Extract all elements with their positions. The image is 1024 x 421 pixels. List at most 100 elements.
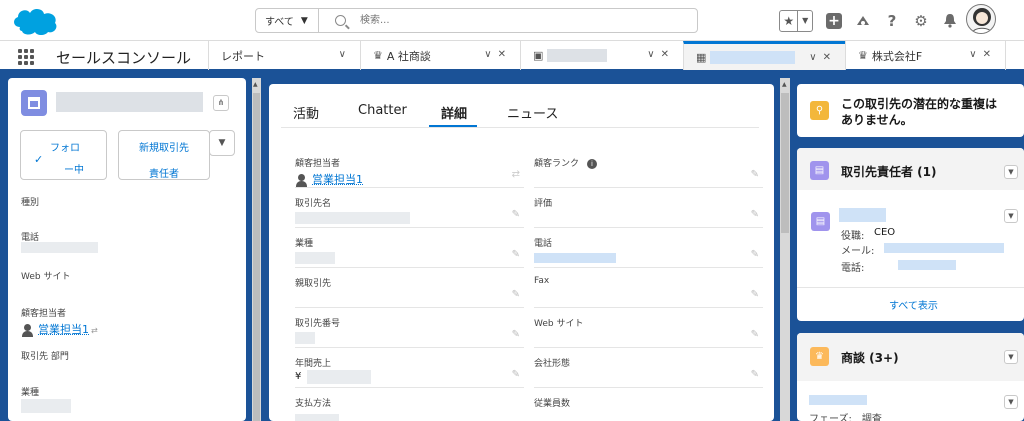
user-avatar[interactable] bbox=[966, 4, 996, 34]
tab-controls[interactable]: ∨✕ bbox=[484, 49, 512, 60]
new-contact-button[interactable]: 新規取引先 責任者 bbox=[118, 130, 210, 180]
search-scope-select[interactable]: すべて ▼ bbox=[256, 9, 319, 32]
crown-icon: ♛ bbox=[810, 347, 829, 366]
field-label: 年間売上 bbox=[295, 359, 332, 369]
pencil-icon[interactable]: ✎ bbox=[512, 369, 520, 380]
bell-icon[interactable] bbox=[942, 13, 958, 29]
account-highlights-panel: ⋔ フォロ ✓ ー中 新規取引先 責任者 ▼ 種別 電話 Web サイト 顧客担… bbox=[8, 78, 246, 421]
pencil-icon[interactable]: ✎ bbox=[751, 169, 759, 180]
global-actions-plus-icon[interactable]: + bbox=[826, 12, 842, 29]
contact-role-label: 役職: bbox=[841, 231, 865, 242]
app-launcher-icon[interactable] bbox=[18, 49, 34, 65]
contacts-title[interactable]: 取引先責任者 (1) bbox=[841, 163, 937, 180]
scrollbar-thumb[interactable] bbox=[781, 93, 789, 233]
field-value-redacted bbox=[295, 414, 339, 421]
pencil-icon[interactable]: ✎ bbox=[512, 249, 520, 260]
crown-icon: ♛ bbox=[373, 49, 383, 62]
owner-link[interactable]: 営業担当1 bbox=[38, 323, 89, 336]
gear-icon[interactable]: ⚙ bbox=[913, 12, 929, 30]
field-label: Web サイト bbox=[534, 319, 584, 329]
field-employees: 従業員数 bbox=[534, 388, 763, 421]
field-value-redacted bbox=[534, 253, 616, 263]
pencil-icon[interactable]: ✎ bbox=[751, 249, 759, 260]
scrollbar-thumb[interactable] bbox=[253, 93, 260, 421]
tab-chatter[interactable]: Chatter bbox=[358, 103, 407, 118]
field-phone: 電話 ✎ bbox=[534, 228, 763, 268]
chevron-down-icon[interactable]: ▼ bbox=[798, 11, 812, 31]
tab-contact[interactable]: ▣ ∨✕ bbox=[520, 41, 683, 70]
star-icon[interactable]: ★ bbox=[780, 10, 799, 31]
tab-details[interactable]: 詳細 bbox=[441, 103, 467, 122]
opportunity-name-redacted[interactable] bbox=[809, 395, 867, 405]
field-label: 親取引先 bbox=[295, 279, 332, 289]
search-input[interactable] bbox=[360, 9, 660, 32]
pencil-icon[interactable]: ✎ bbox=[751, 289, 759, 300]
view-all-link[interactable]: すべて表示 bbox=[889, 297, 938, 312]
field-account-number: 取引先番号 ✎ bbox=[295, 308, 524, 348]
tab-activity[interactable]: 活動 bbox=[293, 103, 319, 122]
industry-value-redacted bbox=[21, 399, 71, 413]
field-annual-revenue: 年間売上 ¥ ✎ bbox=[295, 348, 524, 388]
tabs-divider bbox=[281, 127, 759, 128]
field-customer-rank: 顧客ランク i ✎ bbox=[534, 148, 763, 188]
help-icon[interactable]: ? bbox=[884, 12, 900, 30]
tab-account-active[interactable]: ▦ ∨✕ bbox=[683, 41, 845, 70]
field-label: 評価 bbox=[534, 199, 553, 209]
pencil-icon[interactable]: ✎ bbox=[512, 329, 520, 340]
contact-email-label: メール: bbox=[841, 246, 875, 257]
pencil-icon[interactable]: ✎ bbox=[512, 209, 520, 220]
change-owner-icon[interactable]: ⇄ bbox=[512, 169, 520, 180]
tab-overflow[interactable] bbox=[1005, 41, 1024, 70]
field-value[interactable]: 営業担当1 bbox=[295, 171, 363, 187]
contact-name-redacted[interactable] bbox=[839, 208, 886, 222]
opportunities-title[interactable]: 商談 (3+) bbox=[841, 349, 899, 366]
field-label: 業種 bbox=[295, 239, 314, 249]
owner-link[interactable]: 営業担当1 bbox=[312, 173, 363, 186]
field-account-name: 取引先名 ✎ bbox=[295, 188, 524, 228]
main-panel-scrollbar[interactable]: ▲ bbox=[780, 78, 790, 421]
owner-value[interactable]: 営業担当1 ⇄ bbox=[21, 321, 98, 337]
pencil-icon[interactable]: ✎ bbox=[751, 369, 759, 380]
global-search[interactable]: すべて ▼ bbox=[255, 8, 698, 33]
hierarchy-icon[interactable]: ⋔ bbox=[213, 95, 229, 111]
tab-controls[interactable]: ∨✕ bbox=[809, 52, 837, 63]
change-owner-icon[interactable]: ⇄ bbox=[91, 326, 98, 335]
chevron-down-icon[interactable]: ∨ bbox=[339, 49, 352, 60]
contact-icon: ▤ bbox=[811, 212, 830, 231]
more-actions-button[interactable]: ▼ bbox=[209, 130, 235, 156]
chevron-down-icon[interactable]: ▼ bbox=[1004, 165, 1018, 179]
tab-opportunity[interactable]: ♛ A 社商談 ∨✕ bbox=[360, 41, 520, 70]
tab-controls[interactable]: ∨✕ bbox=[969, 49, 997, 60]
chevron-down-icon[interactable]: ▼ bbox=[1004, 395, 1018, 409]
pencil-icon[interactable]: ✎ bbox=[751, 209, 759, 220]
field-label-industry: 業種 bbox=[21, 388, 40, 398]
pencil-icon[interactable]: ✎ bbox=[751, 329, 759, 340]
trailhead-icon[interactable] bbox=[855, 13, 871, 29]
info-icon[interactable]: i bbox=[587, 158, 598, 169]
tab-company-f[interactable]: ♛ 株式会社F ∨✕ bbox=[845, 41, 1005, 70]
favorites-button[interactable]: ★ ▼ bbox=[779, 9, 813, 32]
scroll-up-icon[interactable]: ▲ bbox=[782, 81, 787, 88]
chevron-down-icon: ▼ bbox=[300, 15, 308, 26]
chevron-down-icon[interactable]: ▼ bbox=[1004, 209, 1018, 223]
scroll-up-icon[interactable]: ▲ bbox=[253, 81, 258, 88]
tab-reports[interactable]: レポート ∨ bbox=[208, 41, 360, 70]
field-label-text: 顧客ランク bbox=[534, 159, 580, 169]
salesforce-logo[interactable] bbox=[10, 5, 62, 37]
contact-role-value: CEO bbox=[874, 227, 896, 238]
chevron-down-icon[interactable]: ▼ bbox=[1004, 350, 1018, 364]
pencil-icon[interactable]: ✎ bbox=[512, 289, 520, 300]
field-label: 従業員数 bbox=[534, 399, 571, 409]
duplicate-check-card: ⚲ この取引先の潜在的な重複は ありません。 bbox=[797, 84, 1024, 137]
tab-controls[interactable]: ∨✕ bbox=[647, 49, 675, 60]
follow-button[interactable]: フォロ ✓ ー中 bbox=[20, 130, 107, 180]
tab-news[interactable]: ニュース bbox=[507, 103, 558, 122]
field-owner: 顧客担当者 営業担当1 ⇄ bbox=[295, 148, 524, 188]
field-payment-method: 支払方法 bbox=[295, 388, 524, 421]
field-label-website: Web サイト bbox=[21, 272, 71, 282]
left-panel-scrollbar[interactable]: ▲ bbox=[252, 78, 261, 421]
contact-phone-redacted[interactable] bbox=[898, 260, 956, 270]
field-parent-account: 親取引先 ✎ bbox=[295, 268, 524, 308]
field-value-currency: ¥ bbox=[295, 371, 302, 382]
contact-email-redacted[interactable] bbox=[884, 243, 1004, 253]
